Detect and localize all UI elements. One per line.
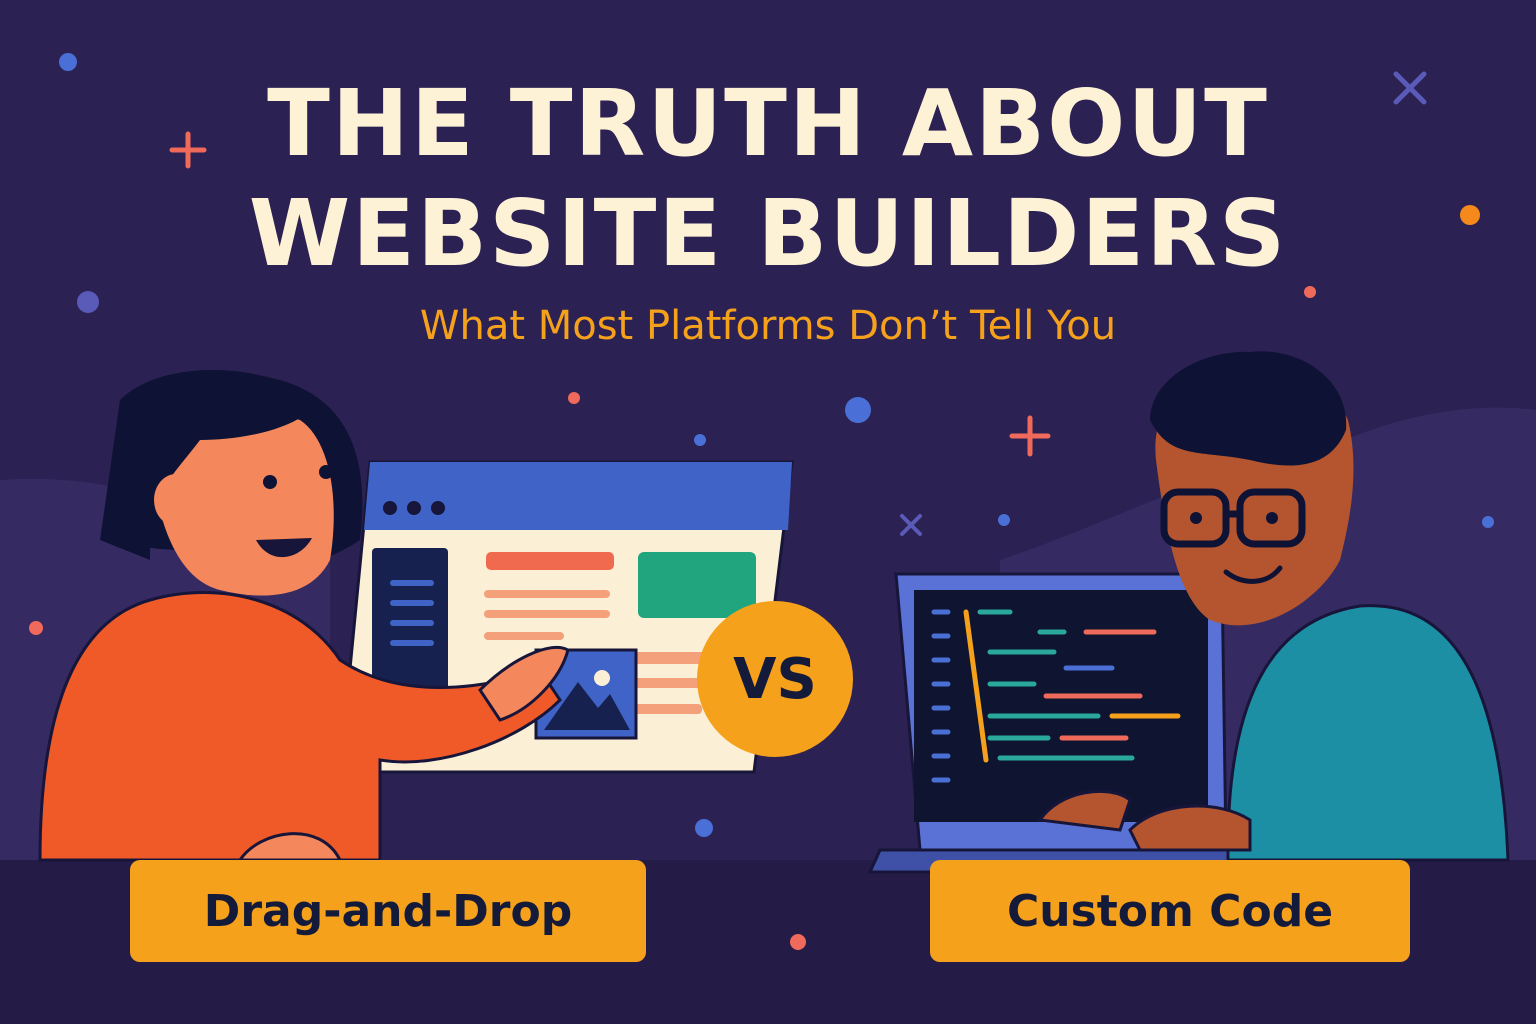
title-line-1: THE TRUTH ABOUT [267,70,1269,177]
custom-code-label: Custom Code [930,860,1410,962]
drag-and-drop-label: Drag-and-Drop [130,860,646,962]
vs-badge: VS [697,601,853,757]
subtitle: What Most Platforms Don’t Tell You [419,303,1117,349]
title-line-2: WEBSITE BUILDERS [248,180,1288,287]
